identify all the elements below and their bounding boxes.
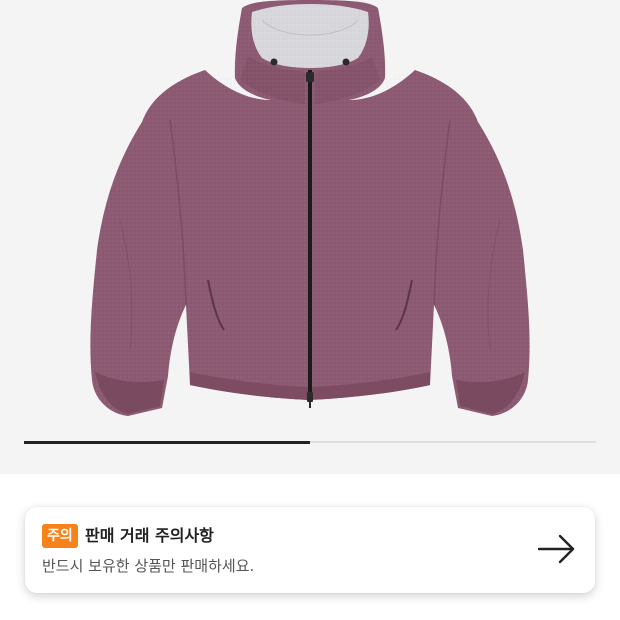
- sale-notice-card[interactable]: 주의 판매 거래 주의사항 반드시 보유한 상품만 판매하세요.: [25, 507, 595, 593]
- notice-title: 판매 거래 주의사항: [85, 526, 214, 545]
- product-page: 주의 판매 거래 주의사항 반드시 보유한 상품만 판매하세요.: [0, 0, 620, 620]
- image-progress-track[interactable]: [24, 440, 596, 444]
- product-image: [90, 0, 530, 416]
- image-progress-indicator: [24, 440, 310, 444]
- arrow-right-icon[interactable]: [537, 533, 577, 565]
- notice-subtitle: 반드시 보유한 상품만 판매하세요.: [42, 557, 255, 575]
- product-image-carousel[interactable]: [0, 0, 620, 474]
- caution-badge: 주의: [42, 524, 78, 548]
